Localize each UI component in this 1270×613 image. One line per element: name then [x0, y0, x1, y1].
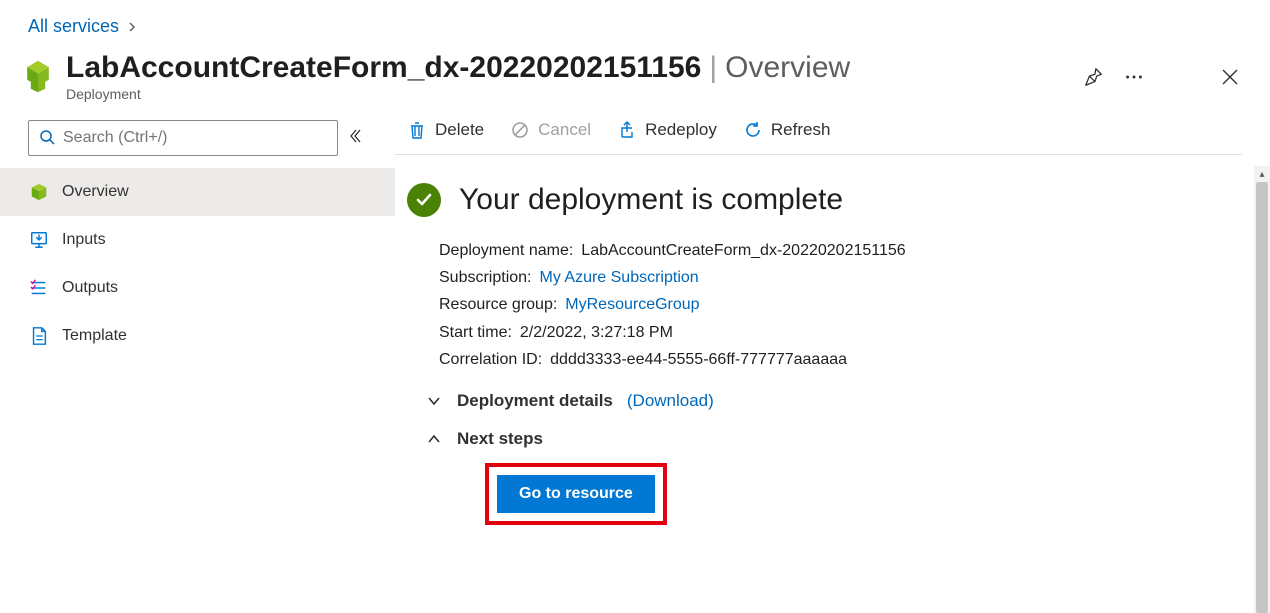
more-button[interactable]: [1122, 65, 1146, 89]
cancel-label: Cancel: [538, 120, 591, 140]
template-icon: [28, 325, 50, 347]
kv-value-deployment-name: LabAccountCreateForm_dx-20220202151156: [581, 237, 905, 264]
outputs-icon: [28, 277, 50, 299]
sidebar: Overview Inputs: [0, 120, 395, 613]
sidebar-item-label: Template: [62, 327, 127, 345]
cancel-button: Cancel: [510, 120, 591, 140]
search-input[interactable]: [63, 129, 327, 147]
refresh-label: Refresh: [771, 120, 831, 140]
download-link[interactable]: (Download): [627, 391, 714, 411]
status-banner: Your deployment is complete: [395, 155, 1242, 225]
sidebar-item-label: Inputs: [62, 231, 106, 249]
kv-label: Subscription:: [439, 264, 532, 291]
sidebar-item-overview[interactable]: Overview: [0, 168, 395, 216]
sidebar-item-template[interactable]: Template: [0, 312, 395, 360]
toolbar: Delete Cancel Redeploy Refresh: [395, 120, 1242, 155]
inputs-icon: [28, 229, 50, 251]
scroll-thumb[interactable]: [1256, 182, 1268, 613]
page-subtitle: Deployment: [66, 86, 850, 102]
kv-value-correlation-id: dddd3333-ee44-5555-66ff-777777aaaaaa: [550, 346, 847, 373]
close-button[interactable]: [1218, 65, 1242, 89]
section-title: Deployment details: [457, 391, 613, 411]
collapse-sidebar-button[interactable]: [350, 128, 366, 149]
redeploy-button[interactable]: Redeploy: [617, 120, 717, 140]
vertical-scrollbar[interactable]: ▴: [1254, 182, 1270, 613]
deployment-summary: Deployment name: LabAccountCreateForm_dx…: [395, 225, 1242, 373]
success-icon: [407, 183, 441, 217]
chevron-up-icon[interactable]: [425, 430, 443, 448]
page-title: LabAccountCreateForm_dx-20220202151156: [66, 51, 701, 84]
page-section: Overview: [725, 51, 850, 84]
redeploy-label: Redeploy: [645, 120, 717, 140]
sidebar-item-label: Overview: [62, 183, 129, 201]
delete-label: Delete: [435, 120, 484, 140]
highlight-callout: Go to resource: [485, 463, 667, 525]
kv-value-start-time: 2/2/2022, 3:27:18 PM: [520, 319, 673, 346]
sidebar-item-outputs[interactable]: Outputs: [0, 264, 395, 312]
section-title: Next steps: [457, 429, 543, 449]
chevron-right-icon: [127, 19, 137, 35]
breadcrumb-all-services[interactable]: All services: [28, 16, 119, 37]
page-title-block: LabAccountCreateForm_dx-20220202151156 |…: [66, 51, 850, 102]
chevron-down-icon[interactable]: [425, 392, 443, 410]
kv-label: Deployment name:: [439, 237, 573, 264]
deployment-resource-icon: [20, 59, 56, 95]
page-header: LabAccountCreateForm_dx-20220202151156 |…: [0, 49, 1270, 104]
search-icon: [39, 129, 55, 148]
sidebar-search[interactable]: [28, 120, 338, 156]
kv-label: Start time:: [439, 319, 512, 346]
kv-label: Resource group:: [439, 291, 557, 318]
breadcrumb: All services: [0, 0, 1270, 49]
pin-button[interactable]: [1082, 65, 1106, 89]
cube-icon: [28, 181, 50, 203]
delete-button[interactable]: Delete: [407, 120, 484, 140]
deployment-details-section: Deployment details (Download): [395, 373, 1242, 411]
refresh-button[interactable]: Refresh: [743, 120, 831, 140]
content-pane: Delete Cancel Redeploy Refresh Your depl…: [395, 120, 1270, 613]
kv-label: Correlation ID:: [439, 346, 542, 373]
status-message: Your deployment is complete: [459, 183, 843, 217]
sidebar-item-label: Outputs: [62, 279, 118, 297]
subscription-link[interactable]: My Azure Subscription: [540, 264, 699, 291]
scroll-up-arrow[interactable]: ▴: [1254, 166, 1270, 182]
go-to-resource-button[interactable]: Go to resource: [497, 475, 655, 513]
next-steps-section: Next steps Go to resource: [395, 411, 1242, 525]
sidebar-item-inputs[interactable]: Inputs: [0, 216, 395, 264]
title-separator: |: [709, 51, 717, 84]
resource-group-link[interactable]: MyResourceGroup: [565, 291, 699, 318]
